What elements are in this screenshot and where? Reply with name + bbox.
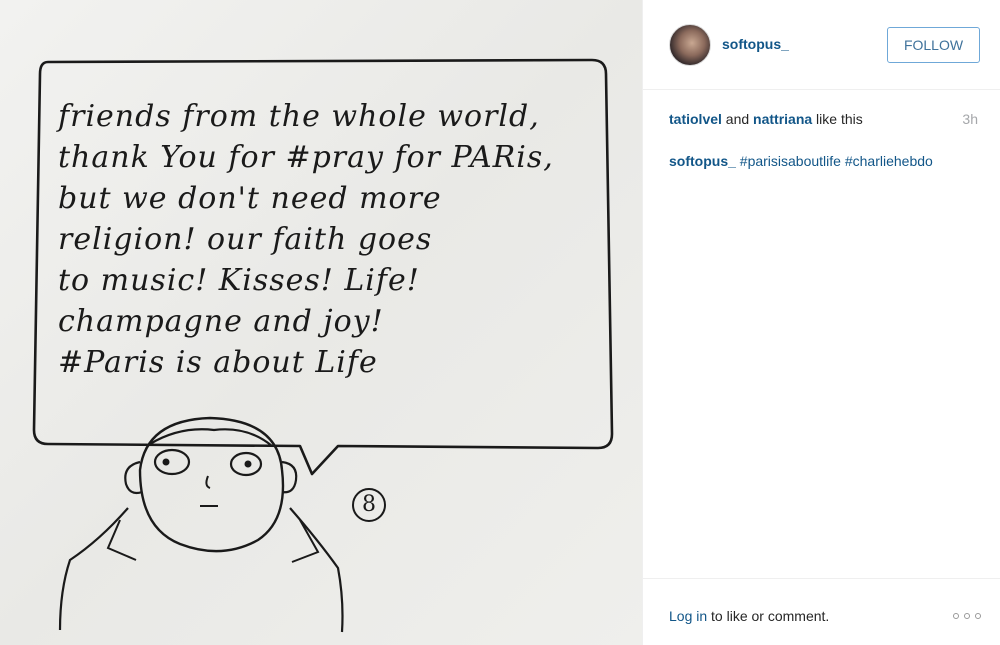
login-link[interactable]: Log in bbox=[669, 608, 707, 624]
handwritten-line: #Paris is about Life bbox=[58, 345, 378, 380]
follow-button[interactable]: FOLLOW bbox=[887, 27, 980, 63]
author-username-link[interactable]: softopus_ bbox=[722, 36, 789, 52]
post-header: softopus_ FOLLOW bbox=[643, 0, 1000, 90]
liker-link[interactable]: nattriana bbox=[753, 111, 812, 127]
handwritten-line: to music! Kisses! Life! bbox=[58, 263, 420, 298]
dot-icon bbox=[975, 613, 981, 619]
more-options-icon[interactable] bbox=[953, 609, 981, 623]
post-sidebar: softopus_ FOLLOW tatiolvel and nattriana… bbox=[642, 0, 1000, 645]
hashtag-link[interactable]: #charliehebdo bbox=[845, 153, 933, 169]
post-timestamp[interactable]: 3h bbox=[962, 111, 978, 127]
signature-number: 8 bbox=[352, 488, 386, 522]
handwritten-line: champagne and joy! bbox=[58, 304, 384, 339]
avatar[interactable] bbox=[669, 24, 711, 66]
likes-suffix: like this bbox=[812, 111, 863, 127]
likes-summary: tatiolvel and nattriana like this bbox=[669, 111, 981, 127]
login-suffix: to like or comment. bbox=[707, 608, 830, 624]
dot-icon bbox=[964, 613, 970, 619]
handwritten-line: religion! our faith goes bbox=[58, 222, 433, 257]
login-prompt: Log in to like or comment. bbox=[669, 608, 829, 624]
handwritten-line: but we don't need more bbox=[58, 181, 442, 216]
caption-author-link[interactable]: softopus_ bbox=[669, 153, 736, 169]
handwritten-line: friends from the whole world, bbox=[58, 99, 540, 134]
post-caption: softopus_ #parisisaboutlife #charliehebd… bbox=[669, 153, 981, 169]
dot-icon bbox=[953, 613, 959, 619]
handwritten-line: thank You for #pray for PARis, bbox=[58, 140, 554, 175]
hashtag-link[interactable]: #parisisaboutlife bbox=[740, 153, 841, 169]
likes-connector: and bbox=[721, 111, 754, 127]
handwritten-message: friends from the whole world, thank You … bbox=[58, 96, 598, 383]
post-footer: Log in to like or comment. bbox=[643, 578, 1000, 645]
post-photo[interactable]: friends from the whole world, thank You … bbox=[0, 0, 642, 645]
liker-link[interactable]: tatiolvel bbox=[669, 111, 722, 127]
